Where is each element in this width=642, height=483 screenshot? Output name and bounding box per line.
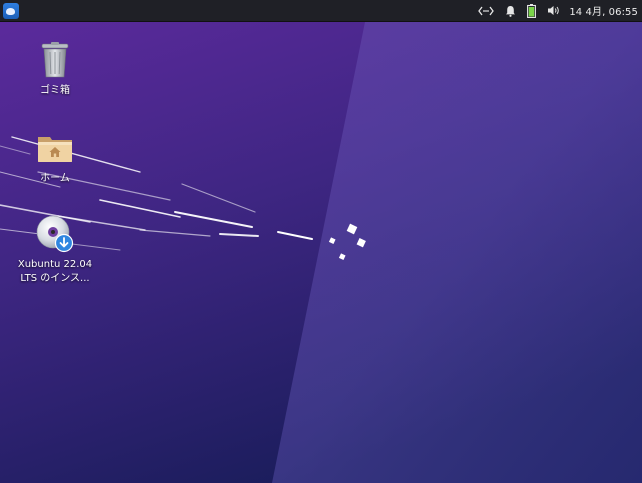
trash-icon — [35, 40, 75, 80]
network-icon[interactable] — [475, 0, 497, 22]
desktop-icon-label: ゴミ箱 — [40, 85, 70, 96]
top-panel: 14 4月, 06:55 — [0, 0, 642, 22]
notification-bell-icon[interactable] — [503, 0, 517, 22]
battery-icon[interactable] — [525, 0, 537, 22]
system-tray: 14 4月, 06:55 — [475, 0, 642, 22]
whisker-menu-icon[interactable] — [3, 2, 19, 19]
desktop-icon-installer[interactable]: Xubuntu 22.04 LTS のインス... — [11, 214, 99, 286]
install-disc-icon — [35, 214, 75, 254]
desktop-icon-label-line2: LTS のインス... — [20, 273, 90, 284]
desktop-icon-label: Xubuntu 22.04 LTS のインス... — [18, 258, 92, 286]
desktop-icon-label-line1: Xubuntu 22.04 — [17, 259, 93, 270]
home-folder-icon — [35, 128, 75, 168]
desktop-icon-trash[interactable]: ゴミ箱 — [11, 40, 99, 98]
desktop-icon-label: ホーム — [40, 173, 70, 184]
volume-icon[interactable] — [545, 0, 563, 22]
desktop-icon-home[interactable]: ホーム — [11, 128, 99, 186]
clock[interactable]: 14 4月, 06:55 — [569, 3, 638, 18]
